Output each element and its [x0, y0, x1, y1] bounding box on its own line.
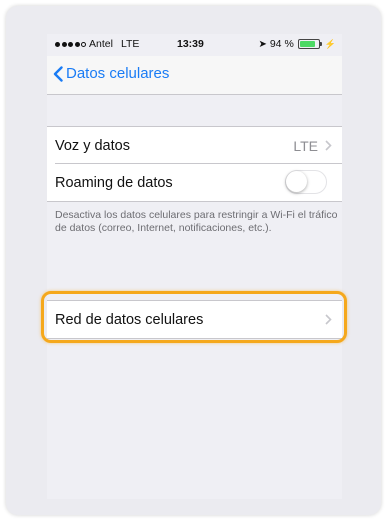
- status-bar: Antel LTE 13:39 ➤ 94 % ⚡: [47, 34, 342, 56]
- chevron-right-icon: [325, 140, 332, 151]
- roaming-toggle[interactable]: [285, 170, 327, 194]
- row-roaming: Roaming de datos: [47, 164, 342, 201]
- status-time: 13:39: [177, 38, 204, 50]
- charging-bolt-icon: ⚡: [324, 38, 336, 49]
- row-voz-label: Voz y datos: [55, 137, 130, 154]
- battery-fill: [299, 41, 315, 47]
- back-button[interactable]: Datos celulares: [53, 65, 169, 82]
- row-roaming-label: Roaming de datos: [55, 174, 173, 191]
- navigation-bar: Datos celulares: [47, 56, 342, 95]
- row-voz-value: LTE: [293, 137, 318, 154]
- settings-group-data: Voz y datos LTE Roaming de datos: [47, 126, 342, 202]
- status-left: Antel LTE: [55, 38, 139, 50]
- toggle-knob: [286, 171, 307, 192]
- battery-icon: [297, 39, 322, 49]
- location-arrow-icon: ➤: [258, 38, 267, 50]
- chevron-left-icon: [53, 65, 63, 82]
- carrier-name: Antel: [89, 38, 113, 50]
- row-voz-y-datos[interactable]: Voz y datos LTE: [47, 127, 342, 164]
- battery-percent: 94 %: [269, 38, 294, 50]
- footnote-text: Desactiva los datos celulares para restr…: [55, 209, 338, 234]
- signal-dots-icon: [55, 41, 86, 47]
- phone-screen: Antel LTE 13:39 ➤ 94 % ⚡ Datos celulares…: [47, 34, 342, 499]
- network-type: LTE: [120, 38, 140, 50]
- status-right: ➤ 94 % ⚡: [258, 38, 336, 50]
- highlight-outline: [41, 291, 347, 343]
- back-button-label: Datos celulares: [66, 65, 170, 82]
